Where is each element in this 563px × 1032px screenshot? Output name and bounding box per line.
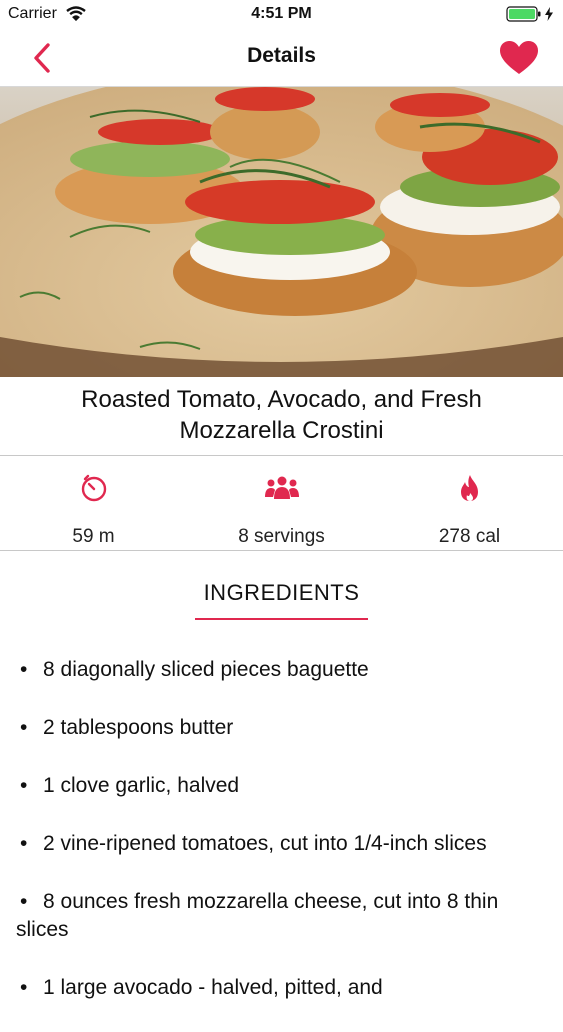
bullet: • xyxy=(20,716,28,739)
servings-value: 8 servings xyxy=(238,526,325,547)
ingredients-list: • 8 diagonally sliced pieces baguette • 2 … xyxy=(16,656,546,1032)
list-item: • 1 large avocado - halved, pitted, and xyxy=(16,974,546,1002)
list-item: • 8 ounces fresh mozzarella cheese, cut i… xyxy=(16,888,546,944)
ingredients-underline xyxy=(195,618,368,620)
ingredient-text: 1 large avocado - halved, pitted, and xyxy=(43,976,383,999)
ingredient-text: 8 ounces fresh mozzarella cheese, cut in… xyxy=(16,890,499,941)
ingredient-text: 2 vine-ripened tomatoes, cut into 1/4-in… xyxy=(43,832,487,855)
recipe-title: Roasted Tomato, Avocado, and Fresh Mozza… xyxy=(81,386,482,444)
list-item: • 1 clove garlic, halved xyxy=(16,772,546,800)
clock-time: 4:51 PM xyxy=(251,5,312,22)
people-icon xyxy=(264,476,299,499)
battery-icon xyxy=(506,6,553,22)
bullet: • xyxy=(20,832,28,855)
navigation-bar: Details xyxy=(0,30,563,87)
status-bar: Carrier 4:51 PM xyxy=(0,0,563,30)
stat-time: 59 m xyxy=(0,470,187,548)
page-title: Details xyxy=(247,44,316,67)
bullet: • xyxy=(20,774,28,797)
charging-bolt-icon xyxy=(545,7,553,21)
list-item: • 2 vine-ripened tomatoes, cut into 1/4-i… xyxy=(16,830,546,858)
bullet: • xyxy=(20,658,28,681)
heart-icon xyxy=(500,41,538,74)
bullet: • xyxy=(20,976,28,999)
stopwatch-icon xyxy=(81,474,106,502)
ingredient-text: 8 diagonally sliced pieces baguette xyxy=(43,658,369,681)
divider xyxy=(0,550,563,551)
list-item: • 8 diagonally sliced pieces baguette xyxy=(16,656,546,684)
calories-value: 278 cal xyxy=(438,526,501,547)
ingredients-header: INGREDIENTS xyxy=(203,580,360,605)
time-value: 59 m xyxy=(72,526,115,547)
flame-icon xyxy=(460,475,478,501)
stat-calories: 278 cal xyxy=(376,470,563,548)
bullet: • xyxy=(20,890,28,913)
recipe-photo xyxy=(0,87,563,377)
stat-servings: 8 servings xyxy=(188,470,375,548)
favorite-button[interactable] xyxy=(499,40,539,76)
ingredient-text: 2 tablespoons butter xyxy=(43,716,234,739)
divider xyxy=(0,455,563,456)
list-item: • 2 tablespoons butter xyxy=(16,714,546,742)
ingredient-text: 1 clove garlic, halved xyxy=(43,774,240,797)
